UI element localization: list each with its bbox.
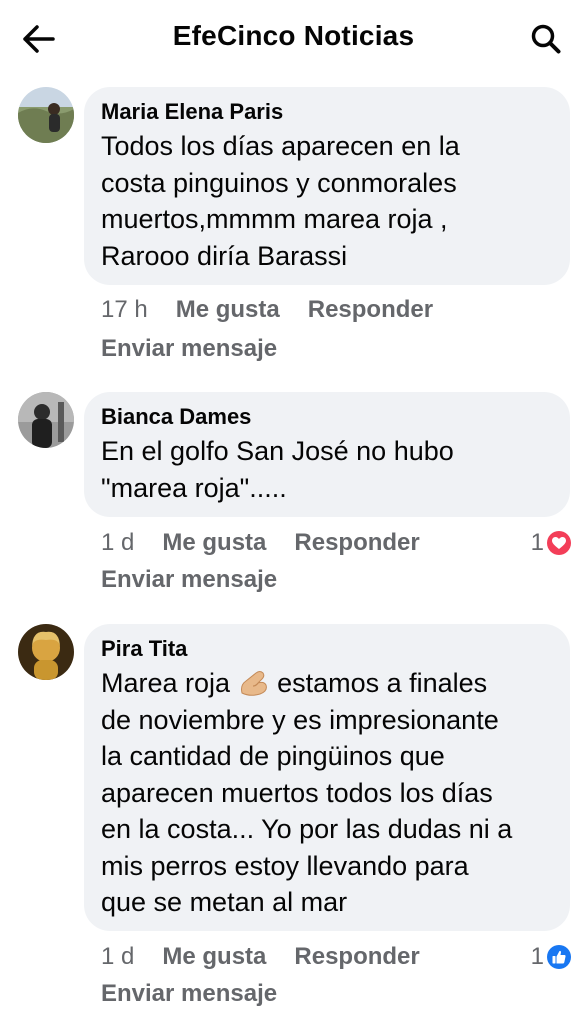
pinching-hand-emoji-icon — [240, 671, 267, 696]
avatar[interactable] — [18, 87, 74, 143]
reply-button[interactable]: Responder — [294, 529, 419, 557]
comment-author[interactable]: Bianca Dames — [101, 403, 552, 431]
comment-timestamp[interactable]: 1 d — [101, 943, 134, 971]
comment-actions: 1 d Me gusta Responder — [101, 529, 448, 557]
comment-bubble[interactable]: Pira Tita Marea roja estamos a finales d… — [84, 624, 570, 931]
comment-bubble[interactable]: Bianca Dames En el golfo San José no hub… — [84, 392, 570, 517]
search-icon — [531, 24, 561, 54]
page-title: EfeCinco Noticias — [172, 20, 415, 51]
search-button[interactable] — [525, 18, 567, 60]
reaction-summary[interactable]: 1 — [531, 943, 571, 971]
send-message-button[interactable]: Enviar mensaje — [101, 566, 277, 594]
top-app-bar: EfeCinco Noticias — [0, 0, 587, 78]
comment-timestamp[interactable]: 17 h — [101, 296, 148, 324]
comment-bubble[interactable]: Maria Elena Paris Todos los días aparece… — [84, 87, 570, 285]
love-heart-icon — [547, 531, 571, 555]
comment-text: En el golfo San José no hubo "marea roja… — [101, 436, 454, 503]
reaction-count: 1 — [530, 529, 544, 556]
comment-author[interactable]: Pira Tita — [101, 635, 552, 663]
comment-actions: 17 h Me gusta Responder — [101, 296, 461, 324]
send-message-button[interactable]: Enviar mensaje — [101, 335, 277, 363]
like-button[interactable]: Me gusta — [162, 529, 266, 557]
comment-text: Marea roja estamos a finales de noviembr… — [101, 668, 513, 917]
comment-text: Todos los días aparecen en la costa ping… — [101, 131, 460, 271]
reaction-count: 1 — [530, 943, 544, 970]
send-message-button[interactable]: Enviar mensaje — [101, 980, 277, 1008]
avatar[interactable] — [18, 624, 74, 680]
avatar[interactable] — [18, 392, 74, 448]
reply-button[interactable]: Responder — [308, 296, 433, 324]
like-button[interactable]: Me gusta — [176, 296, 280, 324]
like-button[interactable]: Me gusta — [162, 943, 266, 971]
comment-timestamp[interactable]: 1 d — [101, 529, 134, 557]
reply-button[interactable]: Responder — [294, 943, 419, 971]
comment-author[interactable]: Maria Elena Paris — [101, 98, 552, 126]
like-thumb-icon — [547, 945, 571, 969]
comment-actions: 1 d Me gusta Responder — [101, 943, 448, 971]
reaction-summary[interactable]: 1 — [531, 529, 571, 557]
